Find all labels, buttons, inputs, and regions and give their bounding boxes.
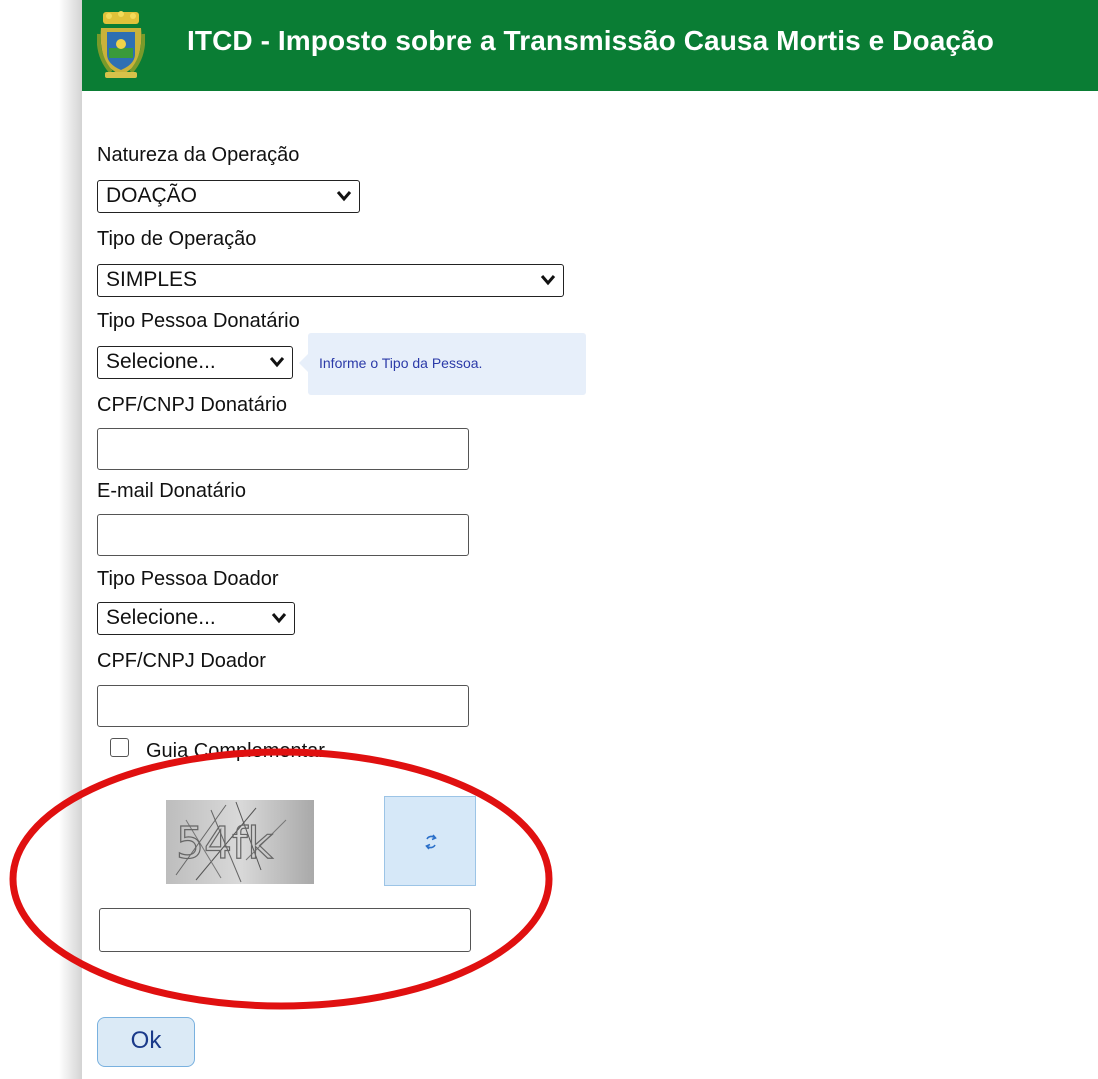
tipo-pessoa-donatario-label: Tipo Pessoa Donatário [97,310,300,332]
email-donatario-label: E-mail Donatário [97,480,246,502]
chevron-down-icon [540,275,556,286]
tipo-pessoa-donatario-select[interactable]: Selecione... [97,346,293,379]
guia-complementar-checkbox[interactable] [110,738,129,757]
email-donatario-input[interactable] [97,514,469,556]
cpf-cnpj-donatario-input[interactable] [97,428,469,470]
tipo-pessoa-doador-select-value: Selecione... [106,606,216,629]
refresh-icon [425,834,437,850]
tipo-operacao-select[interactable]: SIMPLES [97,264,564,297]
captcha-input[interactable] [99,908,471,952]
validation-tooltip: Informe o Tipo da Pessoa. [299,333,586,395]
cpf-cnpj-donatario-label: CPF/CNPJ Donatário [97,394,288,416]
chevron-down-icon [271,613,287,624]
tipo-pessoa-doador-select[interactable]: Selecione... [97,602,295,635]
page-title: ITCD - Imposto sobre a Transmissão Causa… [187,25,994,56]
ok-button[interactable]: Ok [97,1017,195,1067]
page-header: ITCD - Imposto sobre a Transmissão Causa… [82,0,1098,91]
tipo-pessoa-doador-label: Tipo Pessoa Doador [97,568,279,590]
natureza-select[interactable]: DOAÇÃO [97,180,360,213]
tipo-pessoa-donatario-select-value: Selecione... [106,350,216,373]
natureza-select-value: DOAÇÃO [106,184,198,207]
natureza-label: Natureza da Operação [97,144,300,166]
cpf-cnpj-doador-label: CPF/CNPJ Doador [97,650,266,672]
tipo-operacao-select-value: SIMPLES [106,268,198,291]
captcha-image: 54fk [166,800,314,884]
captcha-text: 54fk [176,818,273,869]
tooltip-text: Informe o Tipo da Pessoa. [319,355,483,371]
coat-of-arms-logo [97,11,145,78]
guia-complementar-label: Guia Complementar [146,740,325,762]
left-shadow [0,0,82,1079]
tipo-operacao-label: Tipo de Operação [97,228,257,250]
cpf-cnpj-doador-input[interactable] [97,685,469,727]
captcha-refresh-button[interactable] [384,796,476,886]
chevron-down-icon [336,191,352,202]
chevron-down-icon [269,357,285,368]
